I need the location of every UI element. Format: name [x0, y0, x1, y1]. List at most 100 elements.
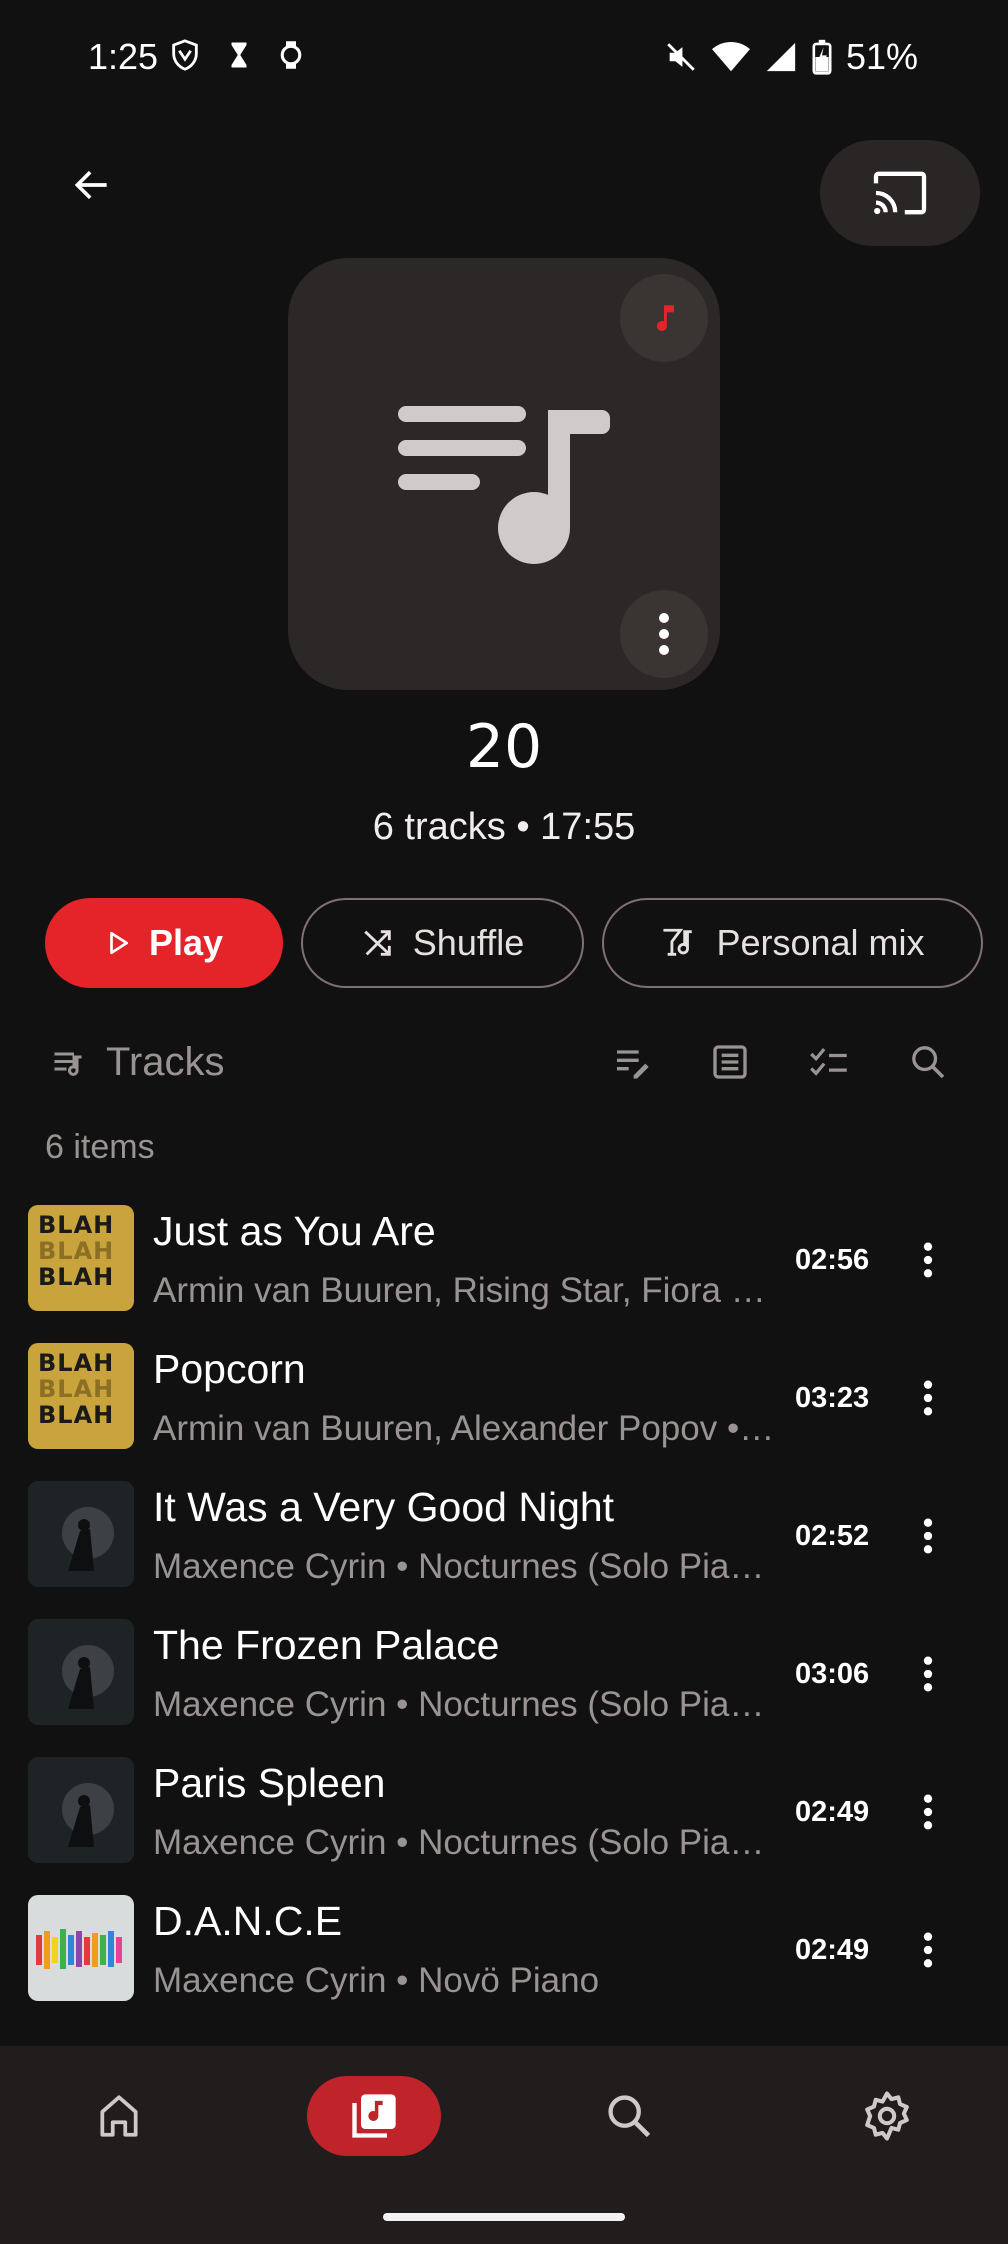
play-icon	[110, 931, 128, 955]
track-title: Popcorn	[153, 1346, 306, 1392]
music-note-icon	[656, 305, 674, 331]
battery-icon	[812, 39, 832, 75]
hourglass-icon	[231, 42, 247, 68]
track-subtitle: Armin van Buuren, Alexander Popov • Blah…	[153, 1409, 775, 1448]
status-time: 1:25	[88, 36, 159, 77]
album-art: BLAH BLAH BLAH	[28, 1205, 134, 1311]
nav-library[interactable]	[307, 2076, 441, 2156]
wifi-icon	[711, 41, 750, 72]
checklist-icon[interactable]	[808, 1042, 850, 1082]
album-art-text: BLAH	[38, 1401, 115, 1429]
more-vert-icon	[923, 1380, 933, 1416]
playlist-title: 20	[465, 712, 543, 782]
album-art	[28, 1895, 134, 2001]
track-duration: 02:52	[795, 1520, 870, 1552]
list-view-icon[interactable]	[710, 1042, 750, 1082]
album-art-text: BLAH	[38, 1211, 115, 1239]
track-row[interactable]: BLAH BLAH BLAH Just as You Are Armin van…	[0, 1198, 1008, 1336]
nav-settings[interactable]	[820, 2076, 954, 2156]
track-duration: 02:49	[795, 1934, 870, 1966]
pianist-silhouette-icon	[62, 1783, 114, 1847]
shuffle-label: Shuffle	[412, 922, 525, 963]
track-title: Just as You Are	[153, 1208, 436, 1254]
album-art-text: BLAH	[38, 1237, 115, 1265]
track-duration: 03:23	[795, 1382, 870, 1414]
track-subtitle: Armin van Buuren, Rising Star, Fiora • B…	[153, 1271, 775, 1310]
track-subtitle: Maxence Cyrin • Nocturnes (Solo Piano)	[153, 1823, 775, 1862]
cover-more-button[interactable]	[620, 590, 708, 678]
album-art-text: BLAH	[38, 1349, 115, 1377]
track-title: It Was a Very Good Night	[153, 1484, 615, 1530]
play-button[interactable]: Play	[45, 898, 283, 988]
track-title: The Frozen Palace	[153, 1622, 500, 1668]
album-art-text: BLAH	[38, 1375, 115, 1403]
personal-mix-button[interactable]: Personal mix	[602, 898, 983, 988]
items-count: 6 items	[45, 1128, 155, 1166]
track-more-button[interactable]	[900, 1228, 956, 1292]
colorful-keys-icon	[36, 1929, 122, 1969]
shuffle-button[interactable]: Shuffle	[301, 898, 584, 988]
battery-percent: 51%	[845, 36, 918, 77]
mix-icon	[663, 928, 693, 956]
more-vert-icon	[923, 1794, 933, 1830]
track-row[interactable]: Paris Spleen Maxence Cyrin • Nocturnes (…	[0, 1750, 1008, 1888]
track-subtitle: Maxence Cyrin • Novö Piano	[153, 1961, 600, 2000]
track-more-button[interactable]	[900, 1780, 956, 1844]
cast-button[interactable]	[820, 140, 980, 246]
track-duration: 02:49	[795, 1796, 870, 1828]
track-row[interactable]: It Was a Very Good Night Maxence Cyrin •…	[0, 1474, 1008, 1612]
arrow-back-icon	[74, 170, 107, 200]
signal-icon	[766, 42, 796, 72]
more-vert-icon	[659, 613, 669, 655]
vpn-shield-icon	[172, 39, 198, 71]
nav-search[interactable]	[562, 2076, 696, 2156]
shuffle-icon	[364, 930, 391, 956]
track-title: Paris Spleen	[153, 1760, 386, 1806]
gesture-home-indicator[interactable]	[383, 2213, 625, 2221]
nav-home[interactable]	[52, 2076, 186, 2156]
playlist-meta: 6 tracks • 17:55	[372, 806, 636, 848]
tracks-label: Tracks	[106, 1040, 225, 1084]
playlist-music-icon	[398, 406, 610, 564]
edit-list-icon[interactable]	[612, 1042, 652, 1082]
album-art	[28, 1481, 134, 1587]
status-bar: 1:25 51%	[0, 0, 1008, 115]
album-art	[28, 1619, 134, 1725]
track-row[interactable]: The Frozen Palace Maxence Cyrin • Noctur…	[0, 1612, 1008, 1750]
more-vert-icon	[923, 1518, 933, 1554]
more-vert-icon	[923, 1242, 933, 1278]
track-more-button[interactable]	[900, 1642, 956, 1706]
status-notification-icons	[168, 38, 306, 72]
track-row[interactable]: BLAH BLAH BLAH Popcorn Armin van Buuren,…	[0, 1336, 1008, 1474]
album-art-text: BLAH	[38, 1263, 115, 1291]
track-list: BLAH BLAH BLAH Just as You Are Armin van…	[0, 1198, 1008, 2026]
track-subtitle: Maxence Cyrin • Nocturnes (Solo Piano)	[153, 1547, 775, 1586]
home-icon	[100, 2095, 138, 2137]
track-subtitle: Maxence Cyrin • Nocturnes (Solo Piano)	[153, 1685, 775, 1724]
more-vert-icon	[923, 1932, 933, 1968]
watch-icon	[280, 41, 302, 69]
back-button[interactable]	[52, 150, 132, 220]
track-duration: 03:06	[795, 1658, 870, 1690]
track-title: D.A.N.C.E	[153, 1898, 343, 1944]
more-vert-icon	[923, 1656, 933, 1692]
play-label: Play	[148, 922, 224, 963]
track-more-button[interactable]	[900, 1918, 956, 1982]
search-icon[interactable]	[908, 1042, 948, 1082]
album-art	[28, 1757, 134, 1863]
track-more-button[interactable]	[900, 1504, 956, 1568]
pianist-silhouette-icon	[62, 1645, 114, 1709]
tracks-toolbar	[612, 1042, 948, 1082]
album-art: BLAH BLAH BLAH	[28, 1343, 134, 1449]
pianist-silhouette-icon	[62, 1507, 114, 1571]
tracks-header: Tracks	[48, 1040, 225, 1085]
search-icon	[608, 2095, 651, 2138]
track-row[interactable]: D.A.N.C.E Maxence Cyrin • Novö Piano 02:…	[0, 1888, 1008, 2026]
cast-icon	[873, 171, 927, 215]
track-more-button[interactable]	[900, 1366, 956, 1430]
library-music-icon	[352, 2094, 396, 2138]
status-system-icons: 51%	[664, 36, 918, 78]
queue-music-icon	[54, 1052, 82, 1076]
playlist-cover[interactable]	[288, 258, 720, 690]
music-badge	[620, 274, 708, 362]
